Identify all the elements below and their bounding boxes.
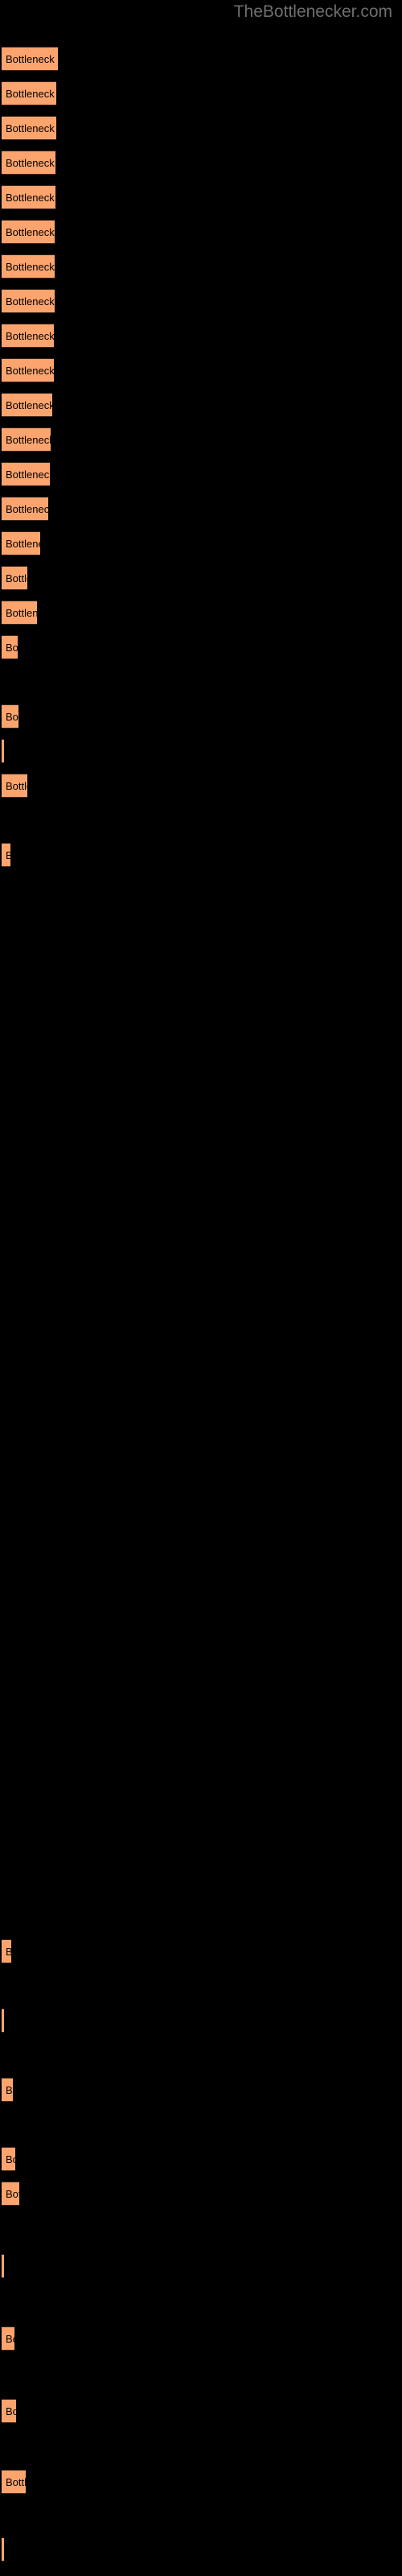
bar[interactable]: Bottleneck result: [2, 220, 55, 244]
bar-label: Bottleneck result: [6, 330, 54, 342]
bar[interactable]: Bottleneck result: [2, 2537, 4, 2562]
bar[interactable]: Bottleneck result: [2, 427, 51, 452]
bar-label: Bottleneck result: [6, 53, 58, 65]
bar-label: Bottleneck result: [6, 642, 18, 654]
bar[interactable]: Bottleneck result: [2, 185, 55, 209]
bar-label: Bottleneck result: [6, 157, 55, 169]
bar-label: Bottleneck result: [6, 2476, 26, 2488]
bar-label: Bottleneck result: [6, 399, 52, 411]
bar-label: Bottleneck result: [6, 1940, 11, 1963]
bar[interactable]: Bottleneck result: [2, 2470, 26, 2494]
bar[interactable]: Bottleneck result: [2, 289, 55, 313]
bar-label: Bottleneck result: [6, 711, 18, 723]
bar[interactable]: Bottleneck result: [2, 47, 58, 71]
bar[interactable]: Bottleneck result: [2, 2182, 19, 2206]
bar-label: Bottleneck result: [6, 607, 37, 619]
bottleneck-bar-chart: TheBottlenecker.com Bottleneck resultBot…: [0, 0, 402, 2576]
bar-label: Bottleneck result: [6, 2188, 19, 2200]
bar-label: Bottleneck result: [6, 469, 50, 481]
bar-label: Bottleneck result: [6, 538, 40, 550]
bar[interactable]: Bottleneck result: [2, 462, 50, 486]
bar-label: Bottleneck result: [6, 88, 56, 100]
bar[interactable]: Bottleneck result: [2, 358, 54, 382]
bar[interactable]: Bottleneck result: [2, 739, 4, 763]
bar[interactable]: Bottleneck result: [2, 116, 56, 140]
bar[interactable]: Bottleneck result: [2, 2008, 4, 2033]
bar-label: Bottleneck result: [6, 365, 54, 377]
bar[interactable]: Bottleneck result: [2, 601, 37, 625]
bar[interactable]: Bottleneck result: [2, 81, 56, 105]
bar[interactable]: Bottleneck result: [2, 324, 54, 348]
bar[interactable]: Bottleneck result: [2, 497, 48, 521]
bar[interactable]: Bottleneck result: [2, 1939, 11, 1963]
bar[interactable]: Bottleneck result: [2, 2147, 15, 2171]
bar-label: Bottleneck result: [6, 295, 55, 308]
plot-area: Bottleneck result Bottleneck result Bottle…: [0, 0, 402, 2576]
bar[interactable]: Bottleneck result: [2, 843, 10, 867]
bar-label: Bottleneck result: [6, 122, 56, 134]
bar-label: Bottleneck result: [6, 2333, 14, 2345]
bar[interactable]: Bottleneck result: [2, 393, 52, 417]
bar[interactable]: Bottleneck result: [2, 531, 40, 555]
bar[interactable]: Bottleneck result: [2, 2399, 16, 2423]
bar[interactable]: Bottleneck result: [2, 2254, 4, 2278]
bar[interactable]: Bottleneck result: [2, 2326, 14, 2351]
bar-label: Bottleneck result: [6, 844, 10, 866]
bar-label: Bottleneck result: [6, 261, 55, 273]
bar-label: Bottleneck result: [6, 503, 48, 515]
bar[interactable]: Bottleneck result: [2, 2078, 13, 2102]
bar[interactable]: Bottleneck result: [2, 151, 55, 175]
bar-label: Bottleneck result: [6, 434, 51, 446]
bar-label: Bottleneck result: [6, 572, 27, 584]
bar-label: Bottleneck result: [6, 2084, 13, 2096]
bar-label: Bottleneck result: [6, 780, 27, 792]
bar-label: Bottleneck result: [6, 2153, 15, 2165]
bar[interactable]: Bottleneck result: [2, 774, 27, 798]
bar[interactable]: Bottleneck result: [2, 635, 18, 659]
bar-label: Bottleneck result: [6, 2405, 16, 2417]
bar-label: Bottleneck result: [6, 192, 55, 204]
bar[interactable]: Bottleneck result: [2, 254, 55, 279]
bar[interactable]: Bottleneck result: [2, 704, 18, 729]
bar[interactable]: Bottleneck result: [2, 566, 27, 590]
bar-label: Bottleneck result: [6, 226, 55, 238]
